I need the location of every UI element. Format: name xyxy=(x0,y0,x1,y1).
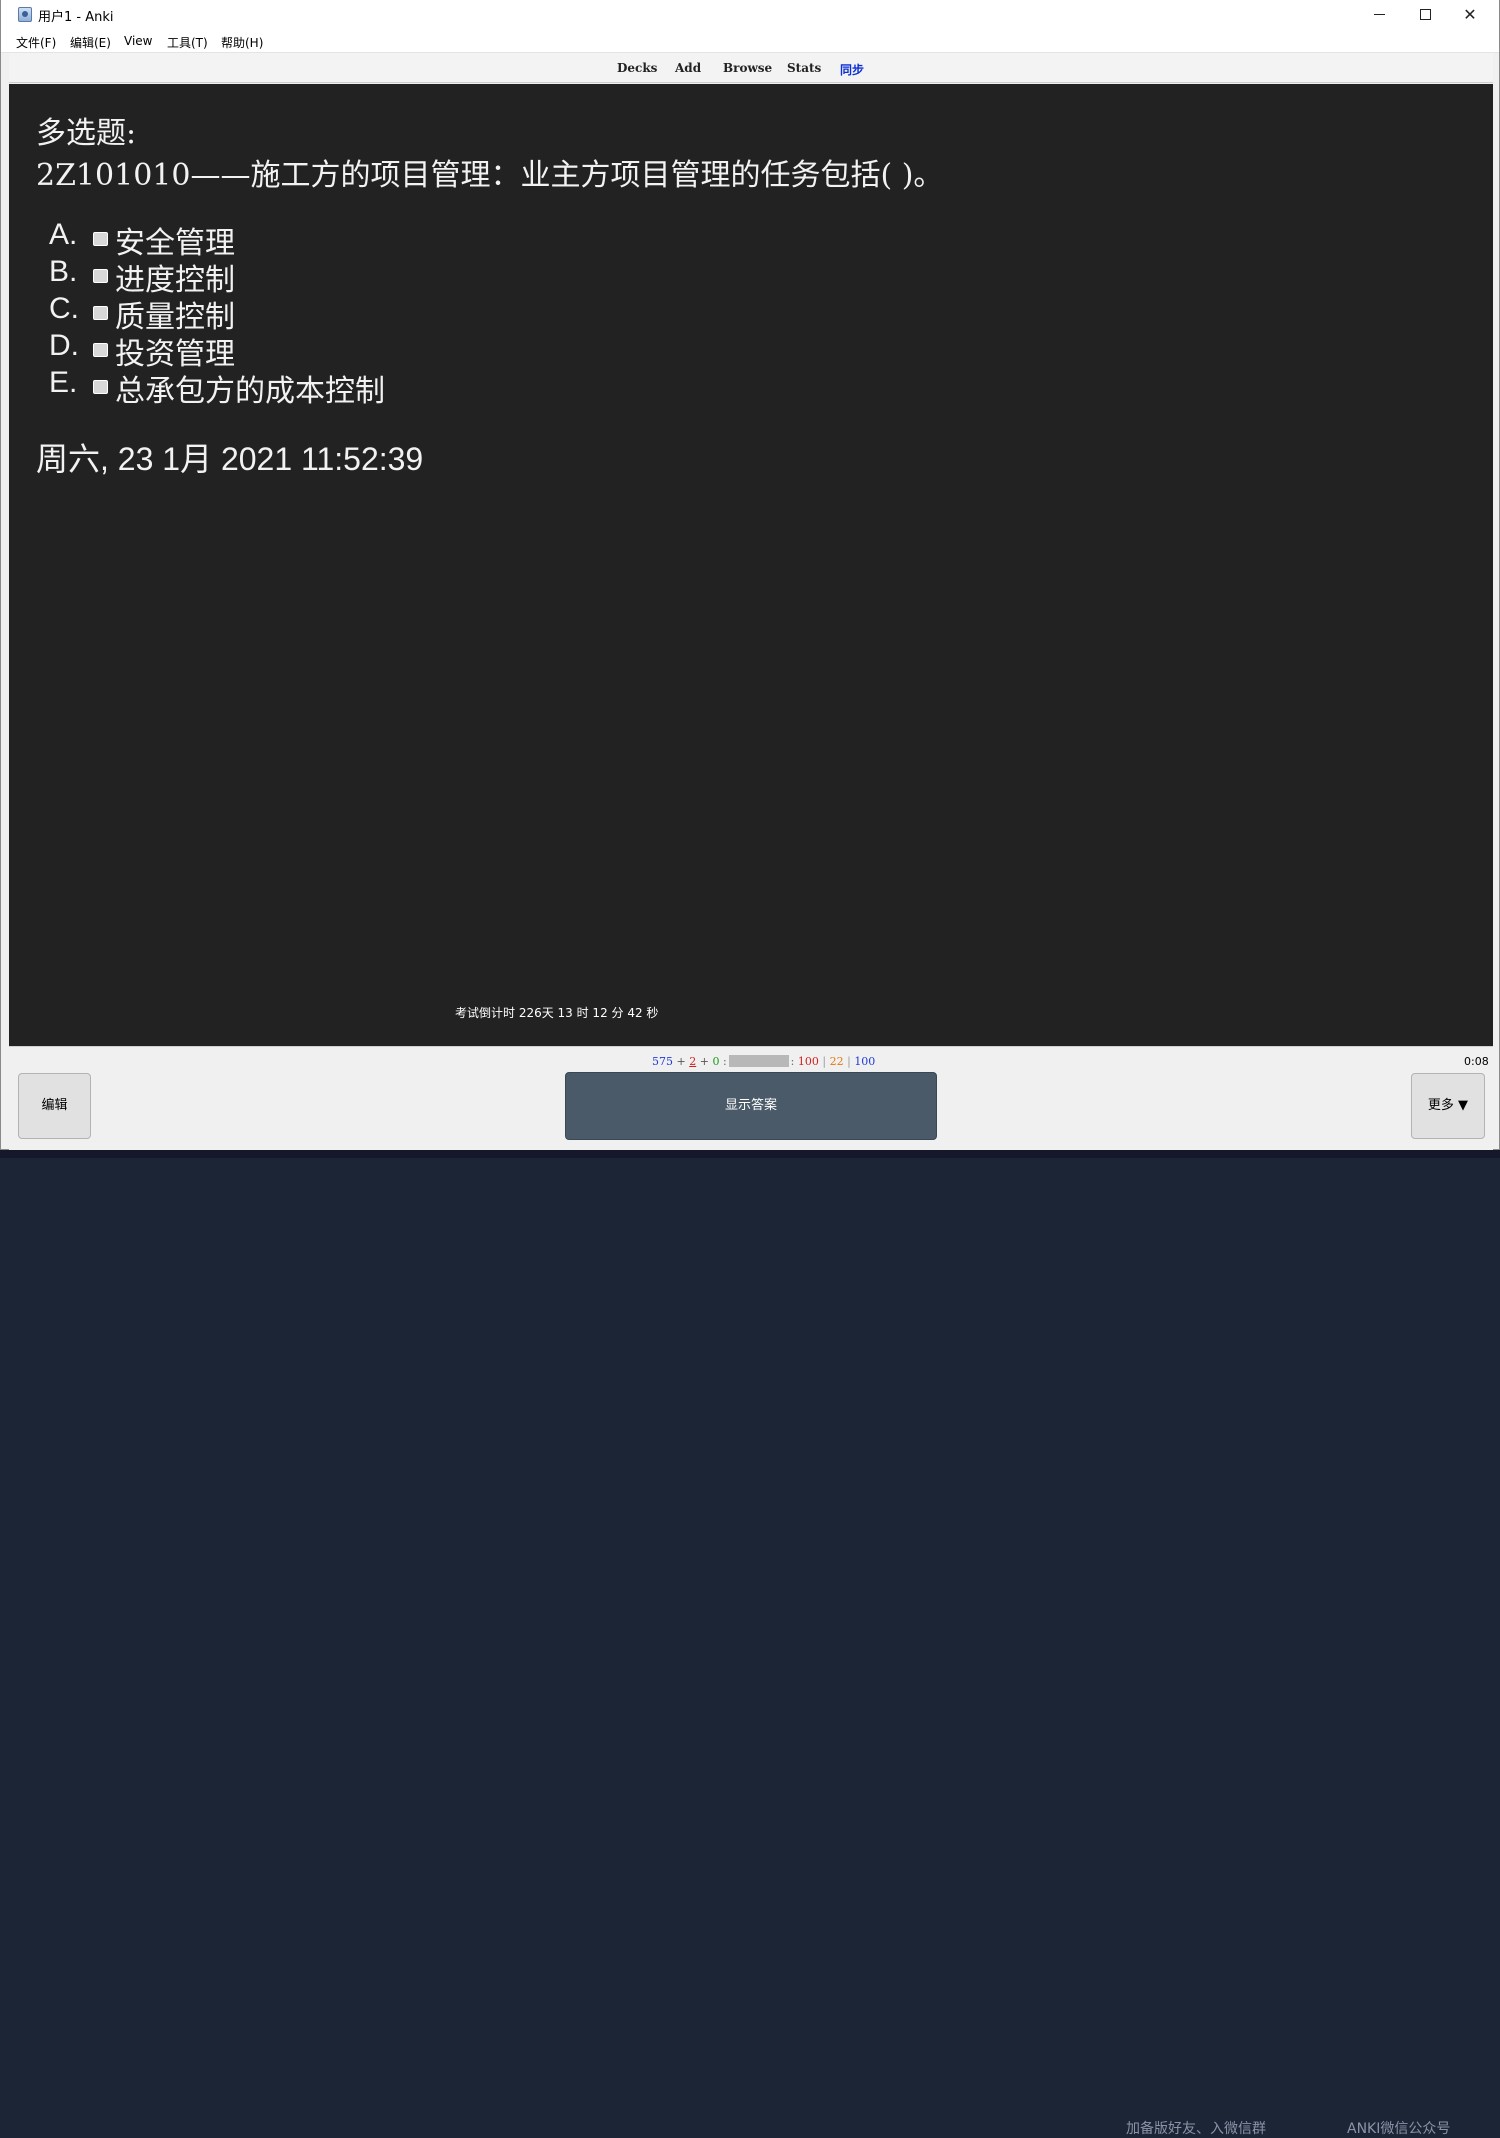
question-type-label: 多选题: xyxy=(36,116,137,151)
toolbar-stats-link[interactable]: Stats xyxy=(787,61,821,75)
menu-tools[interactable]: 工具(T) xyxy=(167,34,208,51)
card-reviewer: 多选题: 2Z101010——施工方的项目管理：业主方项目管理的任务包括( )。… xyxy=(9,84,1493,1046)
option-letter: D. xyxy=(49,329,79,362)
toolbar-decks-link[interactable]: Decks xyxy=(617,61,657,75)
menu-view[interactable]: View xyxy=(124,34,152,48)
new-count: 575 xyxy=(652,1055,673,1068)
option-checkbox[interactable] xyxy=(93,343,108,357)
question-text: 2Z101010——施工方的项目管理：业主方项目管理的任务包括( )。 xyxy=(36,158,944,193)
toolbar-add-link[interactable]: Add xyxy=(675,61,701,75)
option-letter: B. xyxy=(49,255,78,288)
option-checkbox[interactable] xyxy=(93,232,108,246)
menu-help[interactable]: 帮助(H) xyxy=(221,34,263,51)
option-text: 总承包方的成本控制 xyxy=(115,374,385,409)
separator: | xyxy=(847,1055,851,1068)
review-count: 0 xyxy=(712,1055,720,1068)
option-checkbox[interactable] xyxy=(93,380,108,394)
stat-b: 22 xyxy=(829,1055,844,1068)
option-letter: E. xyxy=(49,366,78,399)
more-button[interactable]: 更多 ▼ xyxy=(1411,1073,1485,1139)
stat-c: 100 xyxy=(854,1055,876,1068)
option-letter: C. xyxy=(49,292,79,325)
toolbar-sync-link[interactable]: 同步 xyxy=(840,61,864,78)
colon: : xyxy=(722,1055,727,1068)
date-time-display: 周六, 23 1月 2021 11:52:39 xyxy=(36,441,424,477)
title-bar[interactable]: 用户1 - Anki ✕ xyxy=(1,0,1499,30)
option-letter: A. xyxy=(49,218,78,251)
desktop-text-left: 加备版好友、入微信群 xyxy=(1126,2121,1266,2137)
review-timer: 0:08 xyxy=(1464,1055,1489,1068)
edit-button[interactable]: 编辑 xyxy=(18,1073,91,1139)
window-title: 用户1 - Anki xyxy=(38,10,114,25)
anki-app-icon xyxy=(18,7,32,22)
maximize-button[interactable] xyxy=(1402,0,1448,30)
show-answer-button[interactable]: 显示答案 xyxy=(565,1072,937,1140)
redacted-area xyxy=(728,1055,789,1067)
plus-sign: + xyxy=(676,1055,686,1068)
anki-window: 用户1 - Anki ✕ 文件(F) 编辑(E) View 工具(T) 帮助(H… xyxy=(0,0,1500,1150)
separator: | xyxy=(822,1055,827,1068)
close-button[interactable]: ✕ xyxy=(1447,0,1493,30)
due-counts: 575 + 2 + 0 :: 100 | 22 | 100 xyxy=(652,1055,875,1068)
option-checkbox[interactable] xyxy=(93,306,108,320)
menu-edit[interactable]: 编辑(E) xyxy=(70,34,111,51)
option-checkbox[interactable] xyxy=(93,269,108,283)
desktop-text-right: ANKI微信公众号 xyxy=(1347,2121,1451,2137)
menu-bar: 文件(F) 编辑(E) View 工具(T) 帮助(H) xyxy=(1,30,1499,53)
plus-sign: + xyxy=(699,1055,709,1068)
review-bottom-bar: 575 + 2 + 0 :: 100 | 22 | 100 0:08 编辑 显示… xyxy=(9,1046,1493,1150)
minimize-button[interactable] xyxy=(1357,0,1403,30)
stat-a: 100 xyxy=(797,1055,819,1068)
menu-file[interactable]: 文件(F) xyxy=(16,34,56,51)
main-toolbar: Decks Add Browse Stats 同步 xyxy=(9,53,1493,83)
learn-count: 2 xyxy=(689,1055,697,1068)
colon: : xyxy=(790,1055,795,1068)
exam-countdown: 考试倒计时 226天 13 时 12 分 42 秒 xyxy=(455,1006,659,1020)
toolbar-browse-link[interactable]: Browse xyxy=(723,61,772,75)
